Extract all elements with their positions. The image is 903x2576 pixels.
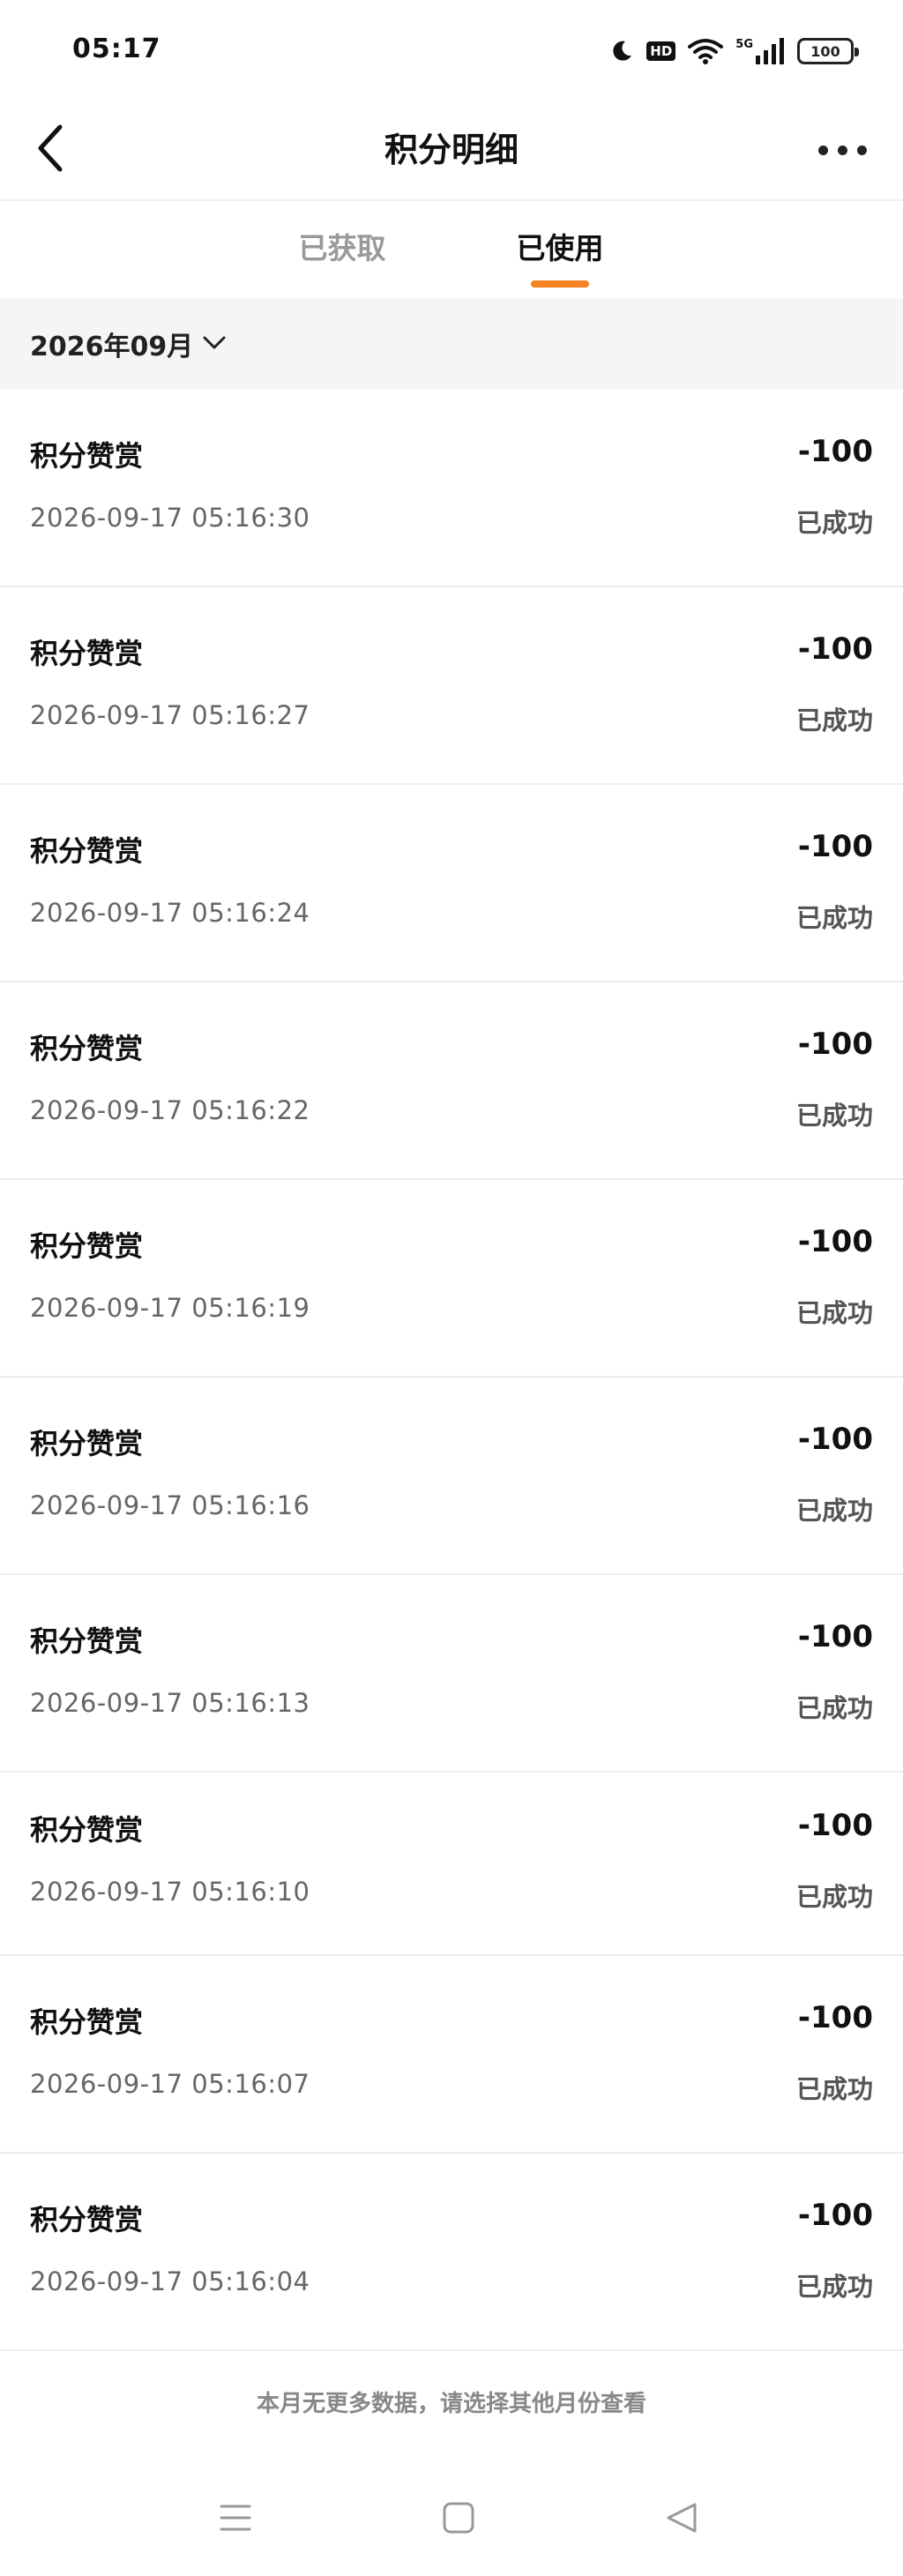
record-time: 2026-09-17 05:16:19 — [30, 1293, 310, 1323]
network-label: 5G — [735, 38, 753, 51]
record-amount: -100 — [797, 1224, 873, 1259]
record-status: 已成功 — [795, 2074, 873, 2104]
list-item: 积分赞赏 -100 2026-09-17 05:16:22 已成功 — [0, 982, 903, 1180]
list-item: 积分赞赏 -100 2026-09-17 05:16:07 已成功 — [0, 1956, 903, 2154]
record-time: 2026-09-17 05:16:24 — [30, 898, 310, 928]
status-icons: HD 5G 100 — [609, 32, 859, 71]
record-status: 已成功 — [795, 1693, 873, 1723]
record-status: 已成功 — [795, 1298, 873, 1328]
hd-icon: HD — [646, 41, 676, 61]
moon-icon — [609, 39, 634, 63]
record-title: 积分赞赏 — [30, 834, 144, 868]
record-amount: -100 — [797, 434, 873, 469]
month-filter[interactable]: 2026年09月 — [0, 298, 903, 390]
chevron-down-icon — [202, 333, 227, 355]
record-amount: -100 — [797, 829, 873, 864]
record-time: 2026-09-17 05:16:10 — [30, 1877, 310, 1907]
nav-bar: 积分明细 — [0, 99, 903, 201]
tab-earned[interactable]: 已获取 — [263, 203, 422, 298]
list-item: 积分赞赏 -100 2026-09-17 05:16:16 已成功 — [0, 1378, 903, 1575]
record-status: 已成功 — [795, 903, 873, 933]
system-back-button[interactable] — [651, 2489, 713, 2550]
list-item: 积分赞赏 -100 2026-09-17 05:16:27 已成功 — [0, 587, 903, 785]
chevron-left-icon — [34, 123, 69, 176]
list-item: 积分赞赏 -100 2026-09-17 05:16:24 已成功 — [0, 785, 903, 982]
record-title: 积分赞赏 — [30, 637, 144, 670]
record-time: 2026-09-17 05:16:30 — [30, 503, 310, 533]
record-status: 已成功 — [795, 706, 873, 735]
record-status: 已成功 — [795, 508, 873, 538]
record-title: 积分赞赏 — [30, 2203, 144, 2236]
list-item: 积分赞赏 -100 2026-09-17 05:16:04 已成功 — [0, 2154, 903, 2351]
list-item: 积分赞赏 -100 2026-09-17 05:16:10 已成功 — [0, 1773, 903, 1956]
more-dots-icon — [817, 145, 828, 155]
record-time: 2026-09-17 05:16:27 — [30, 700, 310, 730]
menu-button[interactable] — [205, 2489, 266, 2550]
system-nav-bar — [0, 2478, 903, 2557]
record-title: 积分赞赏 — [30, 439, 144, 473]
back-triangle-icon — [664, 2501, 699, 2538]
record-time: 2026-09-17 05:16:13 — [30, 1688, 310, 1718]
list-item: 积分赞赏 -100 2026-09-17 05:16:19 已成功 — [0, 1180, 903, 1378]
menu-icon — [218, 2502, 253, 2537]
active-tab-indicator — [531, 280, 589, 287]
record-amount: -100 — [797, 1422, 873, 1457]
record-title: 积分赞赏 — [30, 1813, 144, 1847]
home-button[interactable] — [428, 2489, 489, 2550]
record-time: 2026-09-17 05:16:07 — [30, 2069, 310, 2099]
record-amount: -100 — [797, 1808, 873, 1843]
record-amount: -100 — [797, 2198, 873, 2233]
signal-5g-icon: 5G — [735, 38, 785, 64]
list-item: 积分赞赏 -100 2026-09-17 05:16:13 已成功 — [0, 1575, 903, 1773]
month-label: 2026年09月 — [30, 332, 194, 362]
record-status: 已成功 — [795, 2272, 873, 2302]
record-title: 积分赞赏 — [30, 1229, 144, 1263]
record-title: 积分赞赏 — [30, 2005, 144, 2039]
record-status: 已成功 — [795, 1496, 873, 1526]
record-amount: -100 — [797, 1619, 873, 1654]
no-more-data-note: 本月无更多数据，请选择其他月份查看 — [256, 2391, 646, 2417]
back-button[interactable] — [18, 116, 85, 183]
records-list: 积分赞赏 -100 2026-09-17 05:16:30 已成功 积分赞赏 -… — [0, 390, 903, 2351]
record-title: 积分赞赏 — [30, 1032, 144, 1065]
battery-icon: 100 — [797, 38, 859, 64]
record-status: 已成功 — [795, 1101, 873, 1131]
more-dots-icon — [837, 145, 847, 155]
record-amount: -100 — [797, 2000, 873, 2035]
list-item: 积分赞赏 -100 2026-09-17 05:16:30 已成功 — [0, 390, 903, 587]
record-title: 积分赞赏 — [30, 1624, 144, 1658]
wifi-icon — [688, 38, 724, 64]
home-icon — [442, 2501, 475, 2538]
record-time: 2026-09-17 05:16:16 — [30, 1490, 310, 1520]
record-amount: -100 — [797, 631, 873, 667]
record-title: 积分赞赏 — [30, 1427, 144, 1460]
more-button[interactable] — [802, 123, 882, 176]
page-title: 积分明细 — [384, 131, 519, 169]
battery-level: 100 — [810, 42, 840, 60]
more-dots-icon — [856, 145, 867, 155]
record-amount: -100 — [797, 1027, 873, 1062]
record-time: 2026-09-17 05:16:04 — [30, 2266, 310, 2296]
tab-bar: 已获取 已使用 — [0, 203, 903, 298]
status-time: 05:17 — [72, 34, 161, 64]
record-time: 2026-09-17 05:16:22 — [30, 1095, 310, 1125]
record-status: 已成功 — [795, 1882, 873, 1912]
status-bar: 05:17 HD 5G 100 — [0, 0, 903, 99]
